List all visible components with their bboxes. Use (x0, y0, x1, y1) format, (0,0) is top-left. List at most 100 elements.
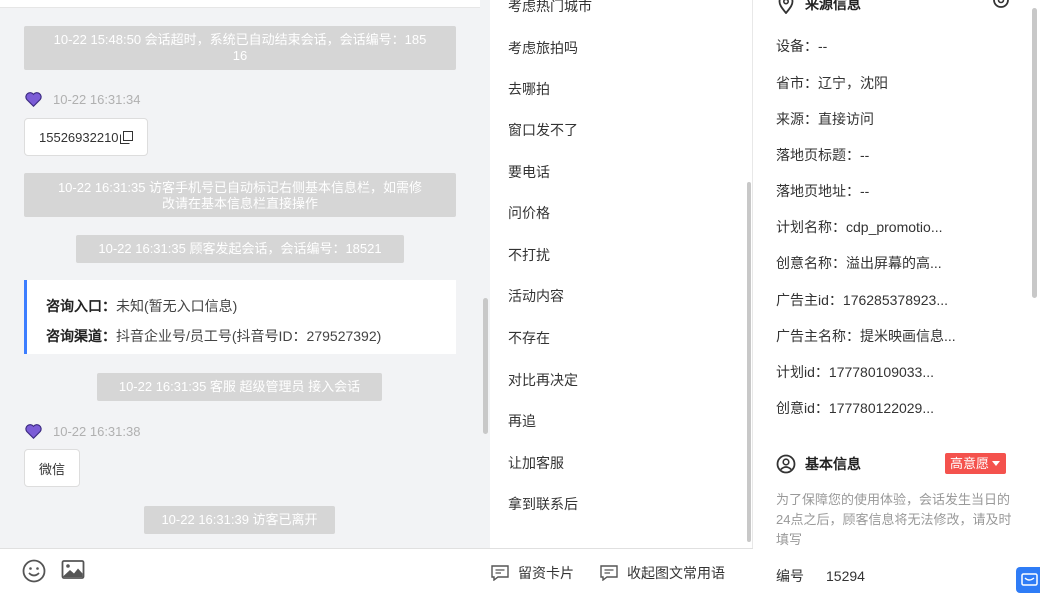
phrase-item[interactable]: 考虑热门城市 (508, 0, 592, 16)
input-toolbar: 留资卡片 收起图文常用语 (0, 548, 753, 593)
field-plan-id: 计划id：177780109033... (776, 362, 934, 382)
consult-info-card: 咨询入口：未知(暂无入口信息) 咨询渠道：抖音企业号/员工号(抖音号ID：279… (24, 280, 456, 354)
settings-icon[interactable] (990, 0, 1012, 10)
basic-info-title: 基本信息 (805, 456, 861, 472)
source-info-title: 来源信息 (805, 0, 861, 12)
field-label: 落地页标题： (776, 147, 860, 163)
chat-top-border (0, 0, 480, 8)
field-label: 计划名称： (776, 219, 846, 235)
copy-icon[interactable] (119, 130, 133, 144)
chat-area: 10-22 15:48:50 会话超时，系统已自动结束会话，会话编号：185 1… (0, 0, 490, 548)
panel-scrollbar[interactable] (1032, 8, 1037, 298)
edit-notice: 为了保障您的使用体验，会话发生当日的24点之后，顾客信息将无法修改，请及时填写 (776, 492, 1012, 547)
field-label: 落地页地址： (776, 183, 860, 199)
lead-card-button[interactable]: 留资卡片 (491, 563, 574, 583)
phrase-item[interactable]: 窗口发不了 (508, 120, 578, 140)
field-plan-name: 计划名称：cdp_promotio... (776, 217, 943, 237)
field-source: 来源：直接访问 (776, 109, 874, 129)
system-text: 10-22 16:31:39 访客已离开 (161, 512, 318, 527)
consult-entry-label: 咨询入口： (46, 298, 116, 314)
field-value: 提米映画信息... (860, 328, 956, 344)
system-message-visitor-left: 10-22 16:31:39 访客已离开 (144, 506, 335, 534)
consult-channel-value: 抖音企业号/员工号(抖音号ID：279527392) (116, 328, 382, 344)
consult-entry-row: 咨询入口：未知(暂无入口信息) (46, 291, 456, 321)
field-value: cdp_promotio... (846, 219, 943, 235)
field-creative-name: 创意名称：溢出屏幕的高... (776, 253, 942, 273)
phrase-item[interactable]: 去哪拍 (508, 79, 550, 99)
chat-float-button[interactable] (1016, 567, 1040, 593)
field-value: -- (860, 147, 870, 163)
system-text: 10-22 16:31:35 客服 超级管理员 接入会话 (118, 379, 361, 394)
intent-level-dropdown[interactable]: 高意愿 (945, 453, 1007, 474)
phrase-scrollbar[interactable] (747, 182, 751, 542)
chat-card-icon (491, 565, 509, 581)
system-text-line: 16 (232, 48, 248, 63)
field-value: 辽宁，沈阳 (818, 75, 888, 91)
smiley-icon[interactable] (22, 559, 46, 583)
field-value: -- (860, 183, 870, 199)
phrase-item[interactable]: 考虑旅拍吗 (508, 38, 578, 58)
field-value: 15294 (826, 568, 865, 584)
system-text-line: 10-22 15:48:50 会话超时，系统已自动结束会话，会话编号：185 (53, 32, 427, 47)
message-text: 15526932210 (39, 129, 119, 145)
user-circle-icon (776, 454, 796, 474)
phrase-item[interactable]: 拿到联系后 (508, 494, 578, 514)
message-timestamp: 10-22 16:31:38 (53, 424, 141, 439)
image-icon[interactable] (61, 558, 85, 582)
phrase-item[interactable]: 对比再决定 (508, 370, 578, 390)
heart-icon (25, 92, 42, 107)
collapse-phrases-button[interactable]: 收起图文常用语 (600, 563, 725, 583)
message-meta: 10-22 16:31:38 (25, 424, 140, 439)
field-creative-id: 创意id：177780122029... (776, 398, 934, 418)
field-label: 编号 (776, 568, 804, 584)
field-landing-url: 落地页地址：-- (776, 181, 869, 201)
message-meta: 10-22 16:31:34 (25, 92, 140, 107)
heart-icon (25, 424, 42, 439)
location-pin-icon (778, 0, 794, 14)
field-label: 创意id： (776, 400, 829, 416)
field-value: 176285378923... (842, 292, 949, 308)
collapse-phrases-label: 收起图文常用语 (627, 565, 725, 581)
field-value: -- (818, 38, 828, 54)
chat-list-icon (600, 565, 618, 581)
visitor-message-bubble[interactable]: 微信 (24, 449, 81, 487)
field-label: 省市： (776, 75, 818, 91)
field-device: 设备：-- (776, 36, 827, 56)
phrase-item[interactable]: 再追 (508, 411, 536, 431)
chat-scrollbar[interactable] (483, 298, 488, 434)
system-message-timeout: 10-22 15:48:50 会话超时，系统已自动结束会话，会话编号：185 1… (24, 26, 456, 70)
visitor-message-bubble[interactable]: 15526932210 (24, 118, 148, 156)
field-advertiser-id: 广告主id：176285378923... (776, 290, 948, 310)
field-region: 省市：辽宁，沈阳 (776, 73, 888, 93)
consult-channel-label: 咨询渠道： (46, 328, 116, 344)
message-text: 微信 (39, 461, 66, 477)
phrase-item[interactable]: 不打扰 (508, 245, 550, 265)
system-message-agent-joined: 10-22 16:31:35 客服 超级管理员 接入会话 (97, 373, 382, 401)
field-label: 来源： (776, 111, 818, 127)
visitor-info-panel: 来源信息 设备：-- 省市：辽宁，沈阳 来源：直接访问 落地页标题：-- 落地页… (754, 0, 1040, 593)
phrase-item[interactable]: 要电话 (508, 162, 550, 182)
phrase-item[interactable]: 问价格 (508, 203, 550, 223)
field-advertiser-name: 广告主名称：提米映画信息... (776, 326, 956, 346)
field-label: 设备： (776, 38, 818, 54)
system-text-line: 10-22 16:31:35 访客手机号已自动标记右侧基本信息栏，如需修 (57, 180, 423, 195)
field-label: 创意名称： (776, 255, 846, 271)
phrase-item[interactable]: 活动内容 (508, 286, 564, 306)
phrase-item[interactable]: 让加客服 (508, 453, 564, 473)
caret-down-icon (992, 461, 1001, 466)
consult-entry-value: 未知(暂无入口信息) (116, 298, 238, 314)
basic-info-header: 基本信息 (776, 454, 861, 474)
field-label: 计划id： (776, 364, 829, 380)
field-value: 直接访问 (818, 111, 874, 127)
system-message-phone-marked: 10-22 16:31:35 访客手机号已自动标记右侧基本信息栏，如需修 改请在… (24, 173, 456, 217)
phrase-item[interactable]: 不存在 (508, 328, 550, 348)
field-landing-title: 落地页标题：-- (776, 145, 869, 165)
field-value: 177780109033... (828, 364, 935, 380)
system-text-line: 改请在基本信息栏直接操作 (161, 196, 318, 211)
source-info-header: 来源信息 (776, 0, 861, 14)
field-value: 溢出屏幕的高... (846, 255, 942, 271)
message-timestamp: 10-22 16:31:34 (53, 92, 141, 107)
field-serial: 编号 15294 (776, 566, 865, 586)
message-icon (1021, 573, 1038, 586)
consult-channel-row: 咨询渠道：抖音企业号/员工号(抖音号ID：279527392) (46, 321, 456, 351)
